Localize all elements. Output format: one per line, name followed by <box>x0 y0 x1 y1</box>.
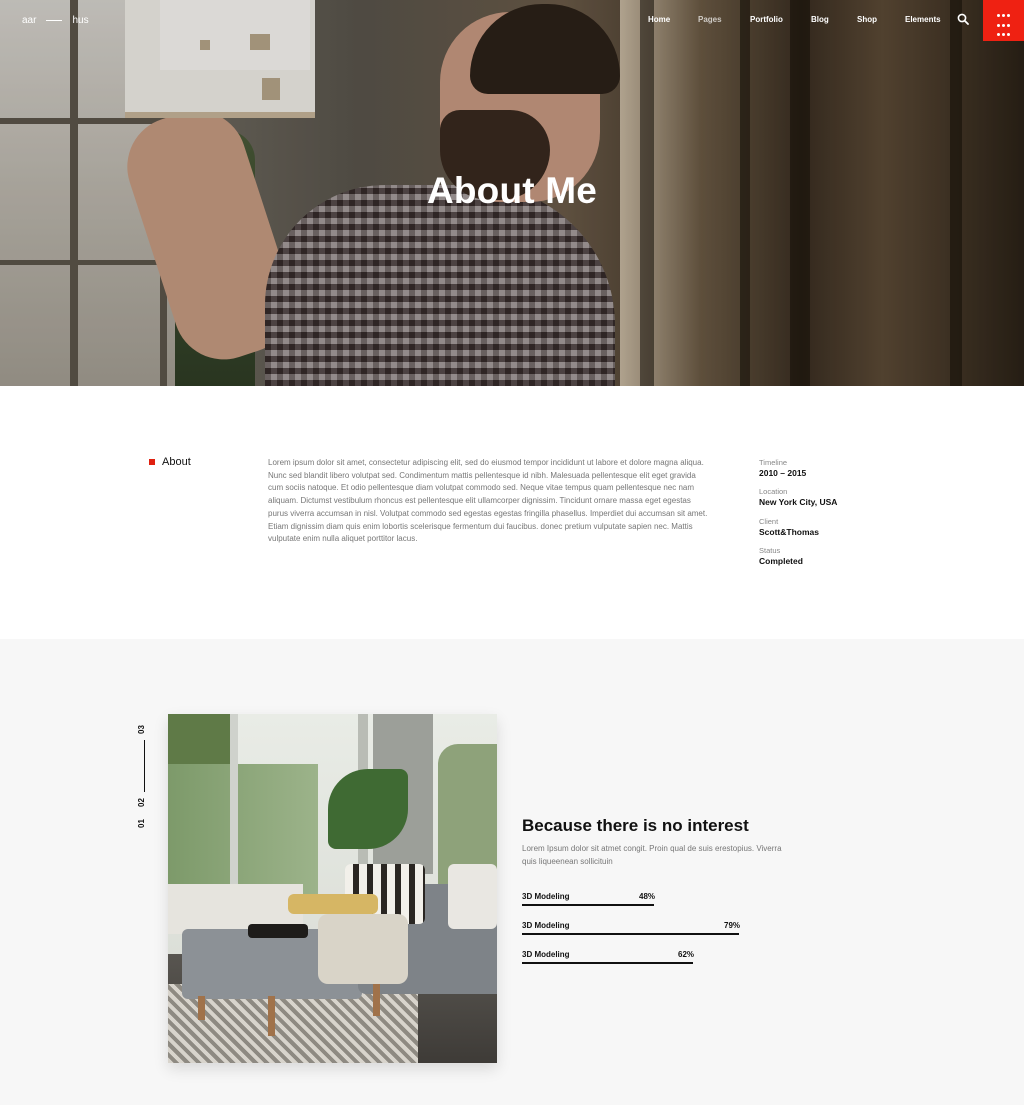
skill-row: 3D Modeling 62% <box>522 950 797 964</box>
grid-dots-icon <box>1007 23 1010 27</box>
skill-label: 3D Modeling <box>522 892 570 901</box>
photo-plant-leaves <box>328 769 408 849</box>
hero-banner: aar hus Home Pages Portfolio Blog Shop E… <box>0 0 1024 386</box>
meta-key: Status <box>759 546 781 555</box>
nav-shop[interactable]: Shop <box>857 15 877 24</box>
project-photo <box>168 714 497 1063</box>
grid-dots-icon <box>1002 14 1005 17</box>
meta-status: Status Completed <box>759 546 803 566</box>
meta-value: Scott&Thomas <box>759 527 819 537</box>
photo-ottoman-leg <box>198 996 205 1020</box>
project-section <box>0 639 1024 1105</box>
photo-cushion <box>448 864 497 929</box>
meta-value: 2010 – 2015 <box>759 468 807 478</box>
menu-button[interactable] <box>983 0 1024 41</box>
site-logo[interactable]: aar hus <box>22 15 89 26</box>
skill-percent: 79% <box>724 921 741 930</box>
photo-ottoman-leg <box>268 996 275 1036</box>
meta-timeline: Timeline 2010 – 2015 <box>759 458 806 478</box>
about-label: About <box>149 456 191 468</box>
meta-key: Location <box>759 487 788 496</box>
photo-cacti <box>168 764 318 894</box>
about-label-text: About <box>162 456 191 468</box>
slide-number-03[interactable]: 03 <box>137 725 146 734</box>
meta-client: Client Scott&Thomas <box>759 517 819 537</box>
project-description: Lorem Ipsum dolor sit atmet congit. Proi… <box>522 844 782 866</box>
slider-progress-line <box>144 740 145 792</box>
logo-text-right: hus <box>72 15 89 26</box>
grid-dots-icon <box>997 33 1000 37</box>
skill-progress-bar <box>522 962 693 964</box>
search-icon[interactable] <box>957 13 969 25</box>
skill-progress-bar <box>522 904 654 906</box>
logo-dash <box>46 20 63 21</box>
page-title: About Me <box>426 170 598 211</box>
nav-blog[interactable]: Blog <box>811 15 829 24</box>
slide-number-02[interactable]: 02 <box>137 798 146 807</box>
skill-row: 3D Modeling 48% <box>522 892 797 906</box>
photo-tray <box>248 924 308 938</box>
project-title: Because there is no interest <box>522 816 749 835</box>
meta-value: New York City, USA <box>759 497 838 507</box>
slide-number-01[interactable]: 01 <box>137 819 146 828</box>
skill-label: 3D Modeling <box>522 921 570 930</box>
skill-label: 3D Modeling <box>522 950 570 959</box>
red-square-icon <box>149 459 155 465</box>
about-text: Lorem ipsum dolor sit amet, consectetur … <box>268 458 708 544</box>
nav-portfolio[interactable]: Portfolio <box>750 15 783 24</box>
nav-elements[interactable]: Elements <box>905 15 941 24</box>
logo-text-left: aar <box>22 15 37 26</box>
grid-dots-icon <box>1007 14 1010 17</box>
meta-value: Completed <box>759 556 803 566</box>
grid-dots-icon <box>1002 33 1005 37</box>
photo-throw-blanket <box>318 914 408 984</box>
grid-dots-icon <box>1007 33 1010 37</box>
grid-dots-icon <box>1002 23 1005 27</box>
skill-progress-bar <box>522 933 739 935</box>
grid-dots-icon <box>997 23 1000 27</box>
grid-dots-icon <box>997 14 1000 17</box>
nav-home[interactable]: Home <box>648 15 670 24</box>
photo-cushion <box>288 894 378 914</box>
photo-ottoman-leg <box>373 984 380 1016</box>
meta-location: Location New York City, USA <box>759 487 837 507</box>
nav-pages[interactable]: Pages <box>698 15 722 24</box>
skill-row: 3D Modeling 79% <box>522 921 797 935</box>
skill-percent: 48% <box>639 892 656 901</box>
skill-percent: 62% <box>678 950 695 959</box>
meta-key: Timeline <box>759 458 788 467</box>
meta-key: Client <box>759 517 779 526</box>
